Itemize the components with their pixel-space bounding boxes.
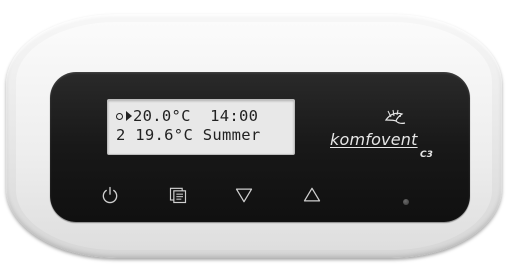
front-panel: 20.0°C 14:00 2 19.6°C Summer komfovent C… [50,72,470,222]
lcd-line-1: 20.0°C 14:00 [116,107,258,125]
clock-time: 14:00 [210,107,259,125]
setpoint-temperature: 20.0°C [133,107,191,125]
lcd-display: 20.0°C 14:00 2 19.6°C Summer [107,99,295,155]
brand-model: C3 [420,150,433,160]
bird-logo-icon [384,109,406,124]
season-mode: Summer [202,126,261,144]
status-led [403,199,409,205]
lcd-spacer [193,126,203,144]
up-button[interactable] [299,182,325,208]
down-triangle-icon [235,188,253,203]
menu-icon [169,187,187,204]
play-arrow-icon [126,111,132,121]
controller-photo: 20.0°C 14:00 2 19.6°C Summer komfovent C… [0,0,508,264]
lcd-line-2: 2 19.6°C Summer [116,126,261,144]
menu-button[interactable] [165,182,191,208]
brand-name: komfovent [330,130,418,149]
clock-icon [116,113,123,120]
power-button[interactable] [97,182,123,208]
down-button[interactable] [231,182,257,208]
speed-level: 2 [116,126,126,144]
lcd-spacer [126,126,136,144]
lcd-spacer [191,107,210,125]
controller-housing: 20.0°C 14:00 2 19.6°C Summer komfovent C… [6,14,502,258]
power-icon [102,186,118,204]
up-triangle-icon [303,187,321,202]
brand-block: komfovent C3 [330,108,440,178]
current-temperature: 19.6°C [135,126,194,144]
